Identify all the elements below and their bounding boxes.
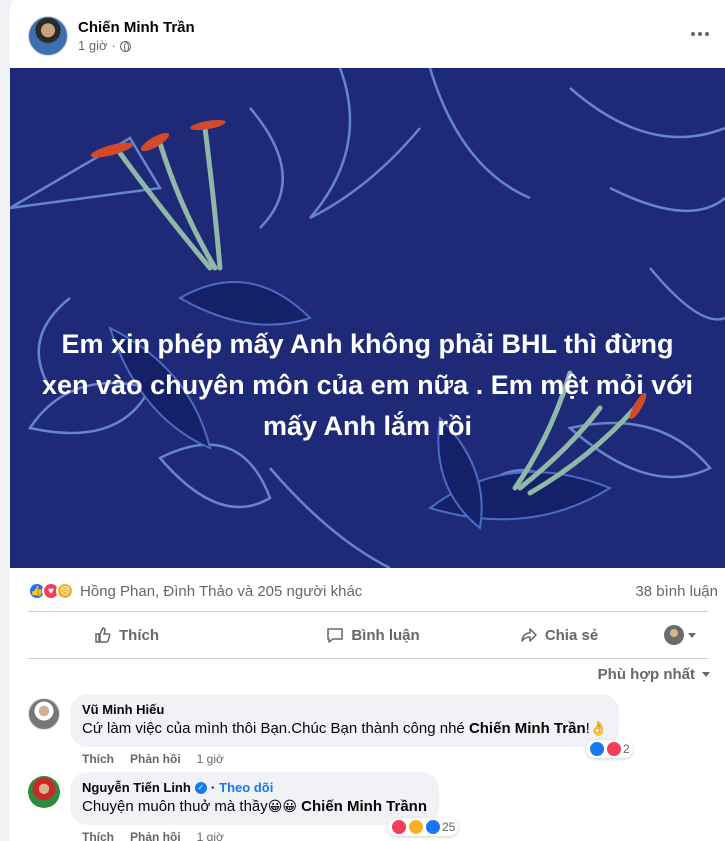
more-options-icon[interactable]: [685, 22, 715, 46]
post-text: Em xin phép mấy Anh không phải BHL thì đ…: [42, 329, 693, 441]
comment-reactions[interactable]: 25: [388, 818, 459, 836]
thumbs-up-icon: [95, 627, 111, 643]
reaction-icons[interactable]: 👍 ♥ 😢: [28, 582, 74, 600]
ok-hand-emoji: 👌: [589, 720, 608, 736]
comment-time[interactable]: 1 giờ: [197, 830, 224, 841]
post-card: Chiến Minh Trần 1 giờ · Em xin phép mấy …: [10, 0, 725, 841]
post-time[interactable]: 1 giờ: [78, 38, 108, 54]
comment-reactions[interactable]: 2: [586, 740, 633, 758]
share-button[interactable]: Chia sẻ: [466, 617, 652, 653]
comment-icon: [327, 628, 344, 643]
comment-reply-link[interactable]: Phản hồi: [130, 830, 181, 841]
post-background: Em xin phép mấy Anh không phải BHL thì đ…: [10, 68, 725, 568]
comment-like-link[interactable]: Thích: [82, 752, 114, 766]
comment-label: Bình luận: [351, 626, 420, 644]
chevron-down-icon: [688, 632, 696, 638]
comment-like-link[interactable]: Thích: [82, 830, 114, 841]
comment-button[interactable]: Bình luận: [280, 617, 466, 653]
commenter-avatar[interactable]: [28, 698, 60, 730]
reaction-count: 2: [623, 742, 630, 756]
comment-time[interactable]: 1 giờ: [197, 752, 224, 766]
like-icon: [589, 741, 605, 757]
comment-text: Cứ làm việc của mình thôi Bạn.Chúc Bạn t…: [82, 720, 608, 737]
reaction-count: 25: [442, 820, 456, 834]
grin-emoji: 😀😀: [267, 798, 297, 814]
comment-count[interactable]: 38 bình luận: [635, 583, 718, 600]
share-label: Chia sẻ: [544, 626, 599, 644]
reactions-bar: 👍 ♥ 😢 Hồng Phan, Đình Thảo và 205 người …: [28, 579, 718, 603]
profile-avatar: [664, 625, 684, 645]
comment-actions: Thích Phản hồi 1 giờ: [82, 830, 224, 841]
divider: [28, 658, 708, 659]
comment-bubble: Nguyễn Tiến Linh ✓ · Theo dõi Chuyện muô…: [70, 772, 439, 825]
verified-icon: ✓: [194, 782, 207, 794]
commenter-name[interactable]: Nguyễn Tiến Linh: [82, 780, 191, 796]
sort-label: Phù hợp nhất: [597, 666, 695, 683]
mention-tag[interactable]: Chiến Minh Trầnn: [301, 798, 427, 815]
like-label: Thích: [119, 626, 159, 644]
comment-text: Chuyện muôn thuở mà thầy😀😀 Chiến Minh Tr…: [82, 798, 427, 815]
comment-actions: Thích Phản hồi 1 giờ: [82, 752, 224, 766]
haha-icon: [408, 819, 424, 835]
globe-icon: [119, 40, 131, 52]
love-icon: [391, 819, 407, 835]
author-name[interactable]: Chiến Minh Trần: [78, 18, 195, 38]
post-meta: 1 giờ ·: [78, 38, 195, 54]
comment-reply-link[interactable]: Phản hồi: [130, 752, 181, 766]
comment-sort[interactable]: Phù hợp nhất: [598, 666, 710, 683]
mention-tag[interactable]: Chiến Minh Trần: [469, 720, 586, 737]
reaction-names[interactable]: Hồng Phan, Đình Thảo và 205 người khác: [80, 583, 362, 600]
love-icon: [606, 741, 622, 757]
post-header: Chiến Minh Trần 1 giờ ·: [28, 12, 195, 60]
post-actions: Thích Bình luận Chia sẻ: [28, 617, 708, 653]
follow-link[interactable]: Theo dõi: [219, 780, 273, 796]
commenter-avatar[interactable]: [28, 776, 60, 808]
commenter-name-row: Nguyễn Tiến Linh ✓ · Theo dõi: [82, 780, 274, 796]
comment-bubble: Vũ Minh Hiếu Cứ làm việc của mình thôi B…: [70, 694, 620, 747]
commenter-name[interactable]: Vũ Minh Hiếu: [82, 702, 607, 718]
author-avatar[interactable]: [28, 16, 68, 56]
sad-icon: 😢: [56, 582, 74, 600]
lily-pattern: [10, 68, 725, 568]
like-button[interactable]: Thích: [28, 617, 280, 653]
reaction-selector[interactable]: [652, 617, 708, 653]
divider: [28, 611, 708, 612]
chevron-down-icon: [702, 672, 710, 677]
like-icon: [425, 819, 441, 835]
share-icon: [521, 628, 537, 642]
